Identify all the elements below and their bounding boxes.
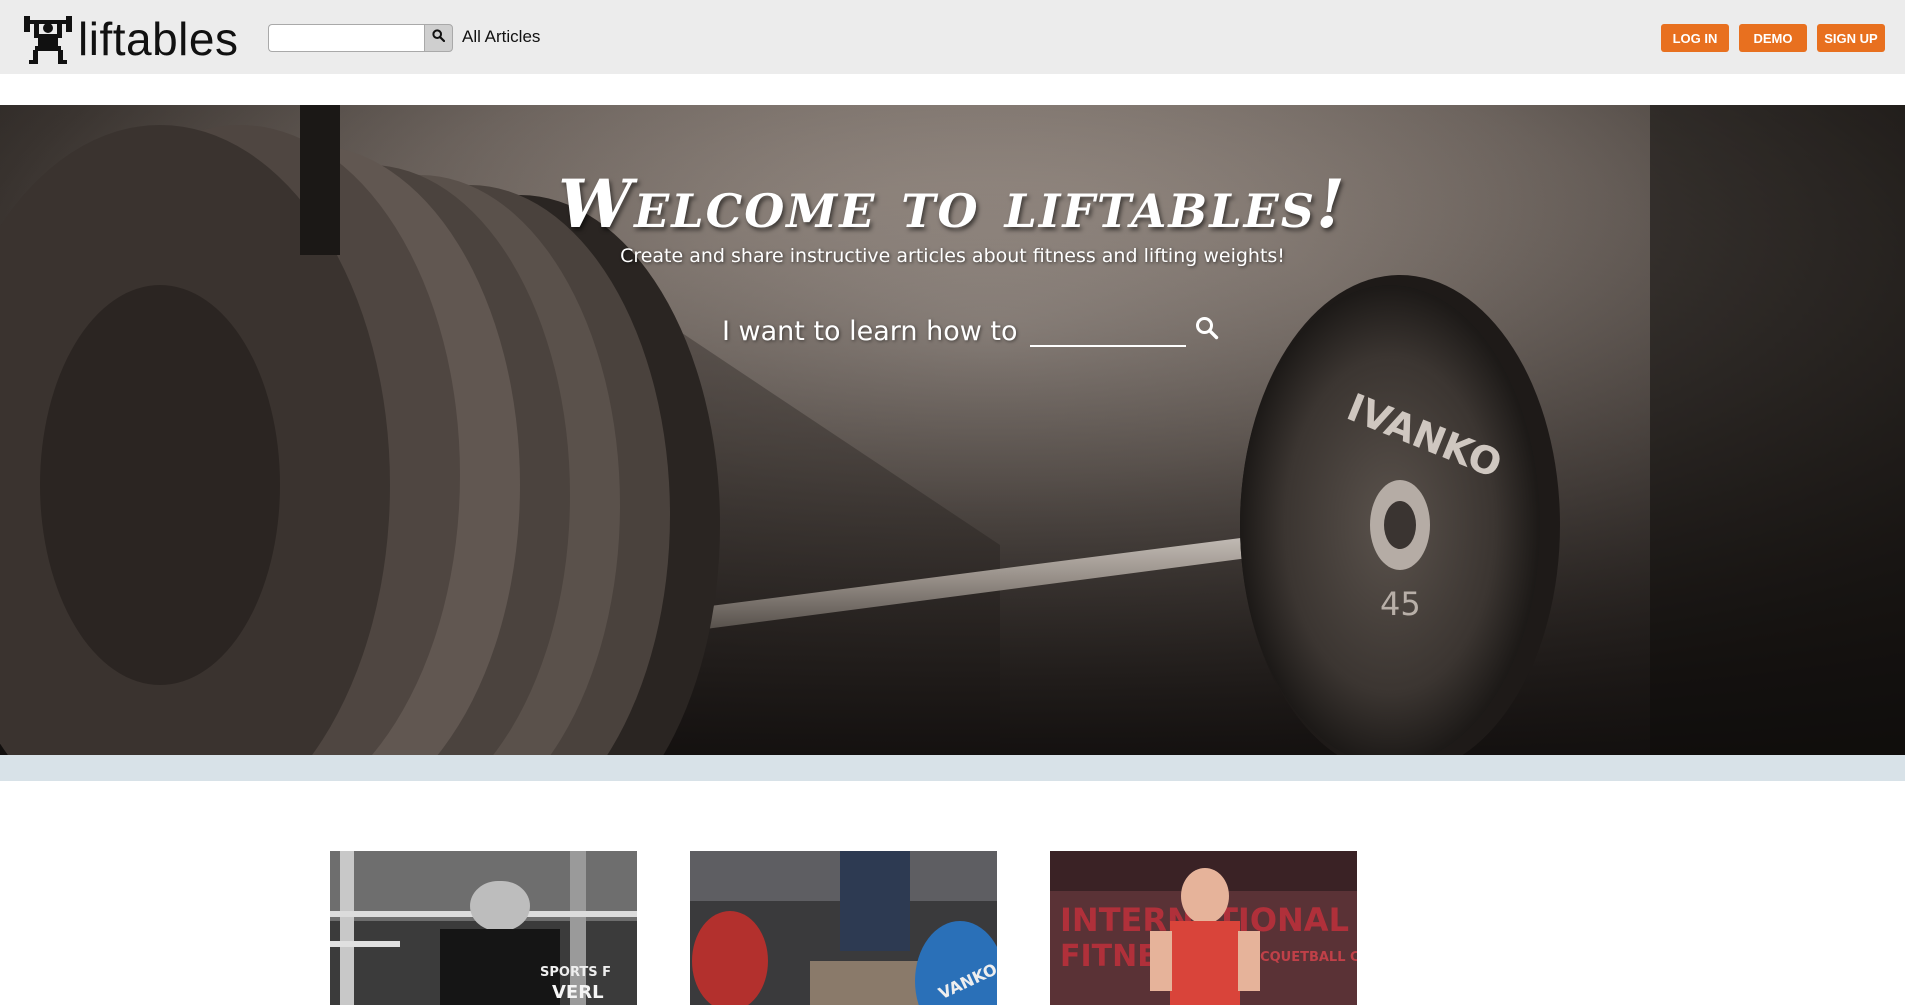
article-card-text: VERL <box>552 982 604 1003</box>
learn-label: I want to learn how to <box>722 316 1018 347</box>
athlete-squat-image: SPORTS F VERL <box>330 851 637 1005</box>
athlete-bench-press-image: VANKO <box>690 851 997 1005</box>
weightlifter-logo-icon <box>24 12 72 66</box>
learn-search-row: I want to learn how to <box>722 313 1222 347</box>
plate-weight-text: 45 <box>1380 585 1421 623</box>
top-navbar: liftables All Articles LOG IN DEMO SIGN … <box>0 0 1905 74</box>
header-search-button[interactable] <box>424 24 453 52</box>
logo-text: liftables <box>78 13 239 65</box>
login-button[interactable]: LOG IN <box>1661 24 1729 52</box>
demo-button[interactable]: DEMO <box>1739 24 1807 52</box>
article-card[interactable]: VANKO <box>690 851 997 1005</box>
header-search <box>268 24 453 52</box>
hero-title: Welcome to liftables! <box>558 165 1347 243</box>
hero-banner: IVANKO 45 Welcome to liftables! Create a… <box>0 105 1905 755</box>
header-search-input[interactable] <box>268 24 424 52</box>
article-card[interactable]: SPORTS F VERL <box>330 851 637 1005</box>
search-icon <box>1195 316 1219 345</box>
all-articles-link[interactable]: All Articles <box>462 27 540 47</box>
learn-search-input[interactable] <box>1029 313 1186 347</box>
section-divider <box>0 755 1905 781</box>
article-card-text: SPORTS F <box>540 965 611 980</box>
article-card[interactable]: INTERNATIONAL FITNESS RACQUETBALL CENTER… <box>1050 851 1357 1005</box>
athlete-deadlift-image: INTERNATIONAL FITNESS RACQUETBALL CENTER… <box>1050 851 1357 1005</box>
signup-button[interactable]: SIGN UP <box>1817 24 1885 52</box>
learn-search-button[interactable] <box>1192 313 1222 347</box>
hero-subtitle: Create and share instructive articles ab… <box>620 245 1285 267</box>
logo[interactable]: liftables <box>24 12 238 66</box>
search-icon <box>432 29 446 47</box>
